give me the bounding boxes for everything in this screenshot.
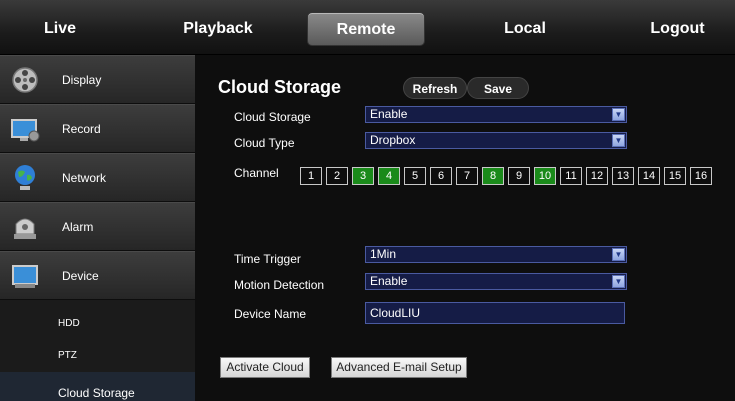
sidebar-item-display[interactable]: Display: [0, 55, 195, 104]
advanced-email-setup-button[interactable]: Advanced E-mail Setup: [331, 357, 467, 378]
channel-box-9[interactable]: 9: [508, 167, 530, 185]
channel-box-2[interactable]: 2: [326, 167, 348, 185]
nav-playback[interactable]: Playback: [178, 12, 258, 46]
channel-box-11[interactable]: 11: [560, 167, 582, 185]
refresh-button[interactable]: Refresh: [403, 77, 467, 99]
sidebar-item-label: Network: [62, 170, 107, 185]
sidebar-item-record[interactable]: Record: [0, 104, 195, 153]
sidebar-item-alarm[interactable]: Alarm: [0, 202, 195, 251]
sidebar-item-device[interactable]: Device: [0, 251, 195, 300]
sidebar: Display Record Network Alarm Device HDD …: [0, 55, 195, 401]
device-icon: [10, 261, 40, 291]
sidebar-item-label: Alarm: [62, 219, 94, 234]
channel-box-3[interactable]: 3: [352, 167, 374, 185]
sidebar-subitem-cloud-storage[interactable]: Cloud Storage: [0, 372, 195, 401]
motion-detection-select[interactable]: Enable ▼: [365, 273, 627, 290]
cloud-type-value: Dropbox: [370, 133, 416, 147]
sidebar-subitem-ptz[interactable]: PTZ: [0, 336, 195, 372]
device-name-label: Device Name: [234, 307, 307, 321]
channel-box-13[interactable]: 13: [612, 167, 634, 185]
chevron-down-icon: ▼: [612, 275, 625, 288]
motion-detection-value: Enable: [370, 274, 408, 288]
sidebar-subitem-label: Cloud Storage: [58, 386, 135, 400]
sidebar-subitem-label: HDD: [58, 318, 80, 329]
cloud-storage-value: Enable: [370, 107, 408, 121]
channel-box-8[interactable]: 8: [482, 167, 504, 185]
channel-box-5[interactable]: 5: [404, 167, 426, 185]
channel-label: Channel: [234, 166, 279, 180]
channel-box-1[interactable]: 1: [300, 167, 322, 185]
nav-local-setting[interactable]: Local Setting: [475, 12, 575, 71]
channel-box-14[interactable]: 14: [638, 167, 660, 185]
channel-box-6[interactable]: 6: [430, 167, 452, 185]
channel-box-7[interactable]: 7: [456, 167, 478, 185]
sidebar-subitem-label: PTZ: [58, 350, 77, 361]
chevron-down-icon: ▼: [612, 108, 625, 121]
cloud-storage-label: Cloud Storage: [234, 110, 311, 124]
sidebar-item-label: Device: [62, 268, 99, 283]
cloud-type-select[interactable]: Dropbox ▼: [365, 132, 627, 149]
channel-box-16[interactable]: 16: [690, 167, 712, 185]
film-reel-icon: [10, 65, 40, 95]
device-name-input[interactable]: CloudLIU: [365, 302, 625, 324]
chevron-down-icon: ▼: [612, 248, 625, 261]
cloud-storage-select[interactable]: Enable ▼: [365, 106, 627, 123]
time-trigger-label: Time Trigger: [234, 252, 301, 266]
page-title: Cloud Storage: [218, 77, 342, 97]
top-nav-bar: Live Playback Remote Setting Local Setti…: [0, 0, 735, 72]
time-trigger-select[interactable]: 1Min ▼: [365, 246, 627, 263]
main-panel: Cloud Storage Refresh Save Cloud Storage…: [195, 55, 735, 401]
siren-icon: [10, 212, 40, 242]
monitor-icon: [10, 114, 40, 144]
channel-box-15[interactable]: 15: [664, 167, 686, 185]
channel-box-10[interactable]: 10: [534, 167, 556, 185]
cloud-type-label: Cloud Type: [234, 136, 295, 150]
nav-remote-setting[interactable]: Remote Setting: [307, 12, 425, 72]
chevron-down-icon: ▼: [612, 134, 625, 147]
motion-detection-label: Motion Detection: [234, 278, 325, 292]
nav-live[interactable]: Live: [40, 12, 80, 46]
sidebar-item-label: Record: [62, 121, 101, 136]
activate-cloud-button[interactable]: Activate Cloud: [220, 357, 310, 378]
globe-icon: [10, 163, 40, 193]
channel-box-12[interactable]: 12: [586, 167, 608, 185]
time-trigger-value: 1Min: [370, 247, 397, 261]
sidebar-item-network[interactable]: Network: [0, 153, 195, 202]
channel-box-4[interactable]: 4: [378, 167, 400, 185]
save-button[interactable]: Save: [467, 77, 529, 99]
sidebar-item-label: Display: [62, 72, 102, 87]
nav-logout[interactable]: Logout: [650, 12, 705, 46]
